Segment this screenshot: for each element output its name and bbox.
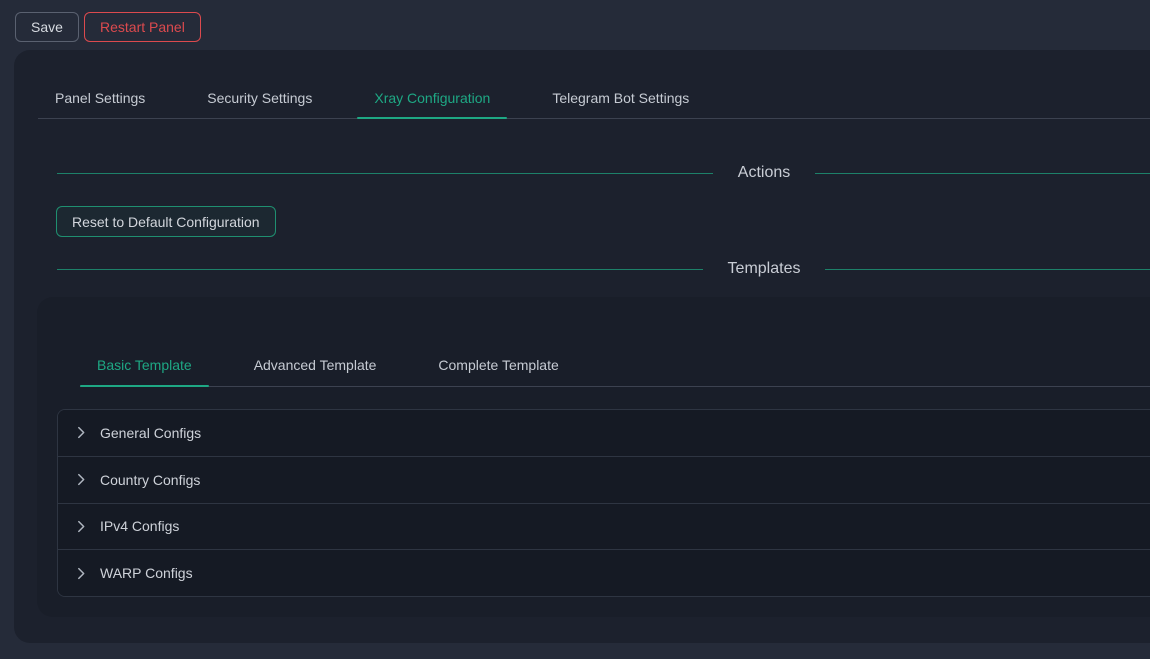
templates-divider: Templates <box>57 258 1150 280</box>
collapse-label: WARP Configs <box>100 565 193 581</box>
reset-to-default-button[interactable]: Reset to Default Configuration <box>56 206 276 237</box>
restart-panel-button[interactable]: Restart Panel <box>84 12 201 42</box>
tab-basic-template[interactable]: Basic Template <box>80 344 209 386</box>
collapse-label: IPv4 Configs <box>100 518 179 534</box>
settings-tabbar: Panel Settings Security Settings Xray Co… <box>38 78 1150 119</box>
config-collapse-group: General Configs Country Configs <box>57 409 1150 597</box>
tab-xray-configuration[interactable]: Xray Configuration <box>357 78 507 118</box>
top-action-bar: Save Restart Panel <box>0 0 1150 50</box>
collapse-warp-configs[interactable]: WARP Configs <box>58 549 1150 596</box>
xray-settings-page: Save Restart Panel Panel Settings Securi… <box>0 0 1150 659</box>
chevron-right-icon <box>75 473 88 486</box>
tab-telegram-bot-settings[interactable]: Telegram Bot Settings <box>535 78 706 118</box>
actions-divider-label: Actions <box>738 164 790 182</box>
settings-card: Panel Settings Security Settings Xray Co… <box>14 50 1150 643</box>
actions-divider: Actions <box>57 162 1150 184</box>
chevron-right-icon <box>75 520 88 533</box>
collapse-general-configs[interactable]: General Configs <box>58 410 1150 456</box>
collapse-ipv4-configs[interactable]: IPv4 Configs <box>58 503 1150 550</box>
tab-panel-settings[interactable]: Panel Settings <box>38 78 162 118</box>
tab-complete-template[interactable]: Complete Template <box>421 344 575 386</box>
templates-divider-label: Templates <box>728 260 801 278</box>
templates-card: Basic Template Advanced Template Complet… <box>37 297 1150 617</box>
tab-advanced-template[interactable]: Advanced Template <box>237 344 394 386</box>
chevron-right-icon <box>75 426 88 439</box>
templates-tabbar: Basic Template Advanced Template Complet… <box>80 344 1150 387</box>
collapse-label: Country Configs <box>100 472 200 488</box>
collapse-label: General Configs <box>100 425 201 441</box>
chevron-right-icon <box>75 567 88 580</box>
collapse-country-configs[interactable]: Country Configs <box>58 456 1150 503</box>
save-button[interactable]: Save <box>15 12 79 42</box>
tab-security-settings[interactable]: Security Settings <box>190 78 329 118</box>
